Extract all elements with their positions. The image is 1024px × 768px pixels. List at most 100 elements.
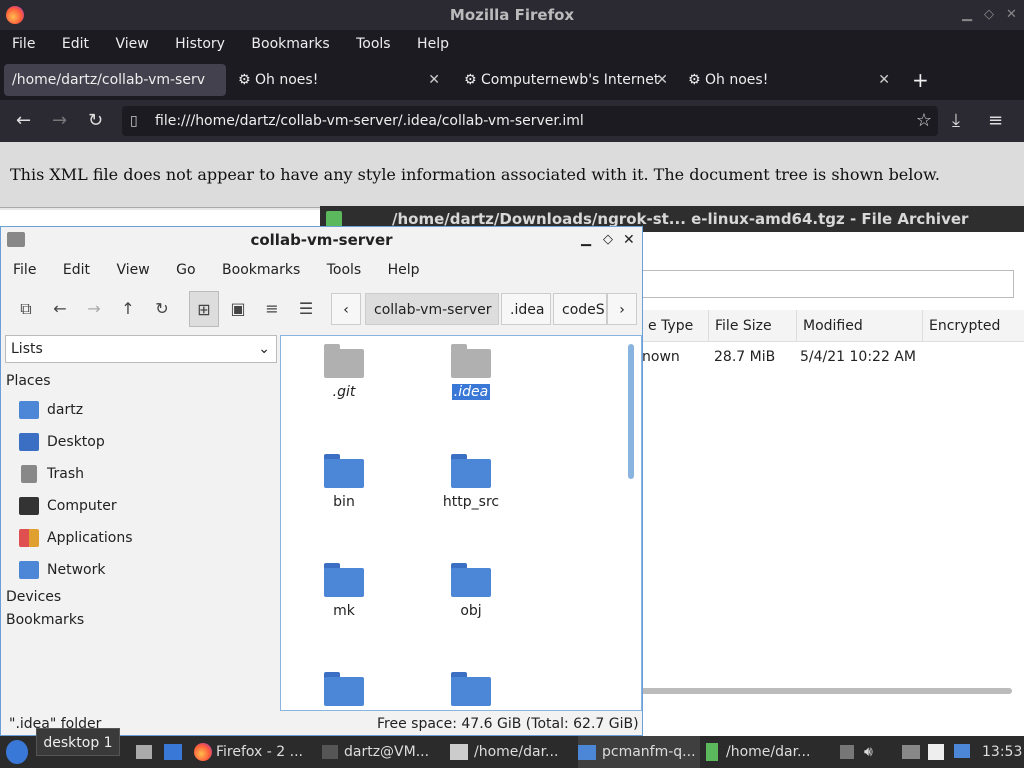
bookmark-star-icon[interactable]: ☆ — [916, 106, 932, 136]
entry-modified: 5/4/21 10:22 AM — [800, 349, 916, 365]
tab-oh-noes-2[interactable]: ⚙ Oh noes! ✕ — [684, 64, 898, 96]
start-menu-icon[interactable] — [6, 740, 28, 764]
tab-close-icon[interactable]: ✕ — [656, 64, 668, 96]
file-manager-launcher-icon[interactable] — [136, 745, 152, 759]
taskbar-item-editor[interactable]: /home/dar... — [450, 736, 572, 768]
file-manager-menubar: File Edit View Go Bookmarks Tools Help — [1, 255, 642, 285]
menu-history[interactable]: History — [175, 36, 225, 52]
chevron-down-icon: ⌄ — [258, 341, 270, 357]
volume-icon[interactable]: 🔊︎ — [864, 736, 882, 768]
side-pane-mode-select[interactable]: Lists ⌄ — [5, 335, 277, 363]
clipboard-icon[interactable] — [928, 744, 944, 760]
tab-label: Oh noes! — [705, 72, 769, 88]
minimize-icon[interactable]: ▁ — [581, 227, 591, 253]
menu-bookmarks[interactable]: Bookmarks — [222, 262, 300, 278]
minimize-icon[interactable]: ▁ — [962, 0, 972, 30]
menu-tools[interactable]: Tools — [327, 262, 362, 278]
close-icon[interactable]: ✕ — [623, 227, 635, 253]
sidebar-item-desktop[interactable]: Desktop — [19, 431, 105, 453]
firefox-titlebar: Mozilla Firefox ▁ ◇ ✕ — [0, 0, 1024, 30]
icon-view-icon[interactable]: ⊞ — [189, 291, 219, 327]
folder-item-idea[interactable]: .idea — [421, 344, 521, 400]
breadcrumb-right-arrow[interactable]: › — [607, 293, 637, 325]
folder-item-git[interactable]: .git — [294, 344, 394, 400]
menu-view[interactable]: View — [116, 262, 149, 278]
firefox-icon — [194, 743, 212, 761]
clock[interactable]: 13:53 — [982, 736, 1022, 768]
close-icon[interactable]: ✕ — [1006, 0, 1017, 30]
taskbar-item-terminal[interactable]: dartz@VM... — [322, 736, 440, 768]
trash-icon — [21, 465, 37, 483]
taskbar-item-archiver[interactable]: /home/dar... — [706, 736, 830, 768]
folder-item-http-src[interactable]: http_src — [421, 454, 521, 510]
folder-item-partial-1[interactable] — [294, 672, 394, 710]
menu-file[interactable]: File — [13, 262, 36, 278]
tab-collab-vm[interactable]: /home/dartz/collab-vm-serv — [4, 64, 226, 96]
tab-computernewb[interactable]: ⚙ Computernewb's Internet ✕ — [460, 64, 676, 96]
reload-icon[interactable]: ↻ — [147, 291, 177, 327]
menu-edit[interactable]: Edit — [63, 262, 90, 278]
sidebar-item-applications[interactable]: Applications — [19, 527, 133, 549]
up-icon[interactable]: ↑ — [113, 291, 143, 327]
url-bar[interactable]: ▯ file:///home/dartz/collab-vm-server/.i… — [122, 106, 938, 136]
bookmarks-header[interactable]: Bookmarks — [6, 612, 84, 628]
network-tray-icon[interactable] — [902, 745, 920, 759]
archive-entry-row[interactable]: nown 28.7 MiB 5/4/21 10:22 AM — [640, 342, 1024, 372]
col-size[interactable]: File Size — [708, 310, 772, 342]
taskbar-item-firefox[interactable]: Firefox - 2 ... — [194, 736, 312, 768]
back-icon[interactable]: ← — [45, 291, 75, 327]
breadcrumb-codes[interactable]: codeS — [553, 293, 607, 325]
menu-help[interactable]: Help — [417, 36, 449, 52]
folder-item-partial-2[interactable] — [421, 672, 521, 710]
breadcrumb-idea[interactable]: .idea — [501, 293, 551, 325]
tab-close-icon[interactable]: ✕ — [878, 64, 890, 96]
forward-icon[interactable]: → — [52, 100, 67, 142]
menu-bookmarks[interactable]: Bookmarks — [251, 36, 329, 52]
archiver-location-field[interactable] — [642, 270, 1014, 298]
menu-file[interactable]: File — [12, 36, 35, 52]
menu-go[interactable]: Go — [176, 262, 195, 278]
reload-icon[interactable]: ↻ — [88, 100, 103, 142]
tray-up-icon[interactable] — [840, 745, 854, 759]
devices-header[interactable]: Devices — [6, 589, 61, 605]
folder-item-mk[interactable]: mk — [294, 563, 394, 619]
menu-view[interactable]: View — [115, 36, 148, 52]
folder-icon — [451, 672, 491, 706]
new-tab-button[interactable]: + — [912, 64, 936, 96]
hamburger-menu-icon[interactable]: ≡ — [988, 100, 1003, 142]
vertical-scrollbar[interactable] — [628, 344, 634, 479]
sidebar-item-network[interactable]: Network — [19, 559, 105, 581]
folder-icon — [324, 563, 364, 597]
horizontal-scrollbar[interactable] — [640, 688, 1012, 694]
thumbnail-view-icon[interactable]: ▣ — [223, 291, 253, 327]
sidebar-item-computer[interactable]: Computer — [19, 495, 117, 517]
breadcrumb-collab-vm-server[interactable]: collab-vm-server — [365, 293, 499, 325]
maximize-icon[interactable]: ◇ — [984, 0, 994, 30]
new-window-icon[interactable]: ⧉ — [11, 291, 41, 327]
tab-oh-noes-1[interactable]: ⚙ Oh noes! ✕ — [234, 64, 448, 96]
downloads-icon[interactable]: ⤓ — [952, 100, 960, 142]
breadcrumb-left-arrow[interactable]: ‹ — [331, 293, 361, 325]
taskbar-item-pcmanfm[interactable]: pcmanfm-q... — [578, 736, 700, 768]
compact-view-icon[interactable]: ≡ — [257, 291, 287, 327]
detailed-list-icon[interactable]: ☰ — [291, 291, 321, 327]
maximize-icon[interactable]: ◇ — [603, 227, 613, 253]
show-desktop-icon[interactable] — [164, 744, 182, 760]
back-icon[interactable]: ← — [16, 100, 31, 142]
taskbar-label: /home/dar... — [726, 744, 811, 760]
folder-icon — [7, 232, 25, 247]
folder-item-obj[interactable]: obj — [421, 563, 521, 619]
menu-edit[interactable]: Edit — [62, 36, 89, 52]
folder-item-bin[interactable]: bin — [294, 454, 394, 510]
screen-tray-icon[interactable] — [954, 744, 970, 758]
forward-icon[interactable]: → — [79, 291, 109, 327]
menu-help[interactable]: Help — [388, 262, 420, 278]
menu-tools[interactable]: Tools — [356, 36, 391, 52]
firefox-menubar: File Edit View History Bookmarks Tools H… — [0, 30, 1024, 58]
col-type[interactable]: e Type — [642, 310, 693, 342]
tab-close-icon[interactable]: ✕ — [428, 64, 440, 96]
col-modified[interactable]: Modified — [796, 310, 863, 342]
sidebar-item-trash[interactable]: Trash — [19, 463, 84, 485]
sidebar-item-dartz[interactable]: dartz — [19, 399, 83, 421]
col-encrypted[interactable]: Encrypted — [922, 310, 1000, 342]
